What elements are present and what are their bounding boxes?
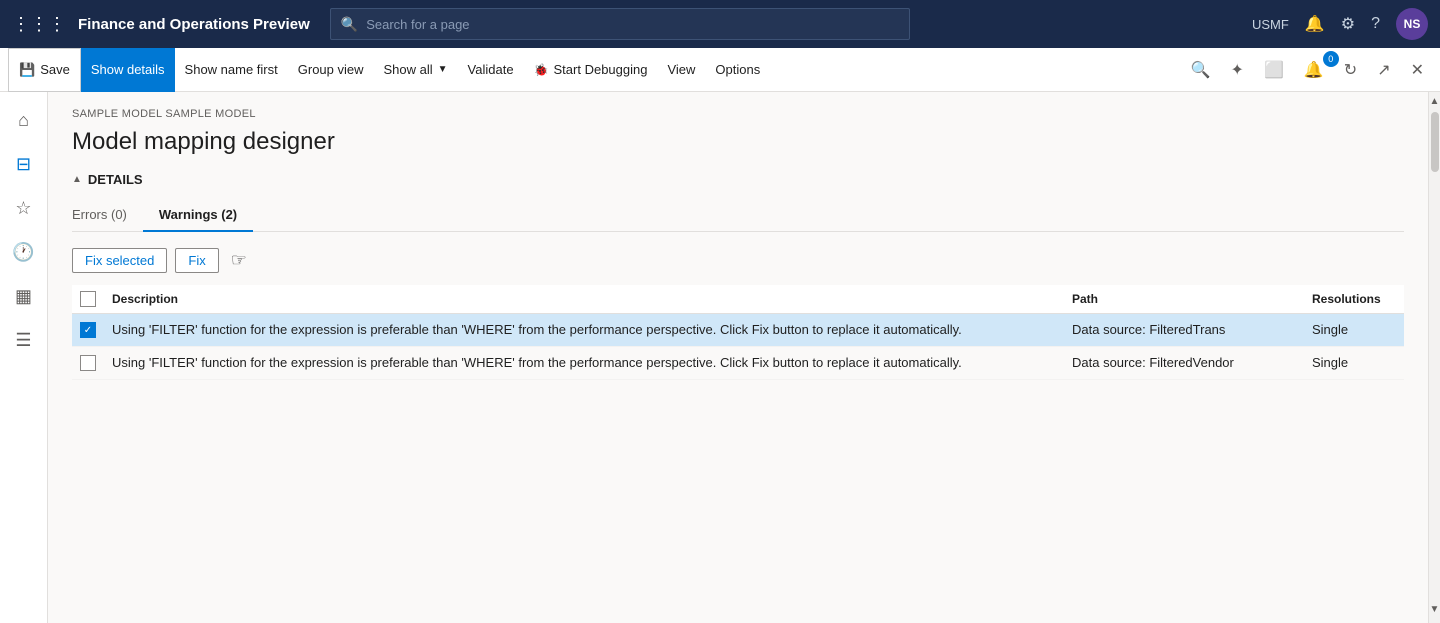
top-nav: ⋮⋮⋮ Finance and Operations Preview 🔍 USM… [0,0,1440,48]
table-row[interactable]: Using 'FILTER' function for the expressi… [72,347,1404,380]
breadcrumb: SAMPLE MODEL SAMPLE MODEL [48,92,1428,124]
collapse-triangle-icon[interactable]: ▲ [72,174,82,185]
warnings-table: Description Path Resolutions ✓ [72,285,1404,380]
search-toolbar-icon[interactable]: 🔍 [1183,56,1219,84]
search-input[interactable] [366,17,899,32]
fix-buttons-container: Fix selected Fix ☞ [72,248,1404,273]
main-layout: ⌂ ⊟ ☆ 🕐 ▦ ☰ SAMPLE MODEL SAMPLE MODEL Mo… [0,92,1440,623]
search-bar[interactable]: 🔍 [330,8,910,40]
sidebar: ⌂ ⊟ ☆ 🕐 ▦ ☰ [0,92,48,623]
avatar[interactable]: NS [1396,8,1428,40]
row-1-path: Data source: FilteredTrans [1064,314,1304,347]
open-new-icon[interactable]: ↗ [1369,56,1398,84]
show-all-dropdown-icon: ▼ [438,64,448,75]
page-content: SAMPLE MODEL SAMPLE MODEL Model mapping … [48,92,1428,623]
scroll-up-arrow[interactable]: ▲ [1426,92,1440,111]
row-1-check-cell: ✓ [72,314,104,347]
fix-button[interactable]: Fix [175,248,218,273]
help-icon[interactable]: ? [1371,15,1380,33]
grid-menu-icon[interactable]: ⋮⋮⋮ [12,14,66,35]
nav-right: USMF 🔔 ⚙ ? NS [1252,8,1428,40]
details-section: ▲ DETAILS Errors (0) Warnings (2) Fix se… [48,172,1428,380]
tab-errors[interactable]: Errors (0) [72,199,143,232]
sidebar-item-modules[interactable]: ☰ [4,320,44,360]
row-1-description: Using 'FILTER' function for the expressi… [104,314,1064,347]
notification-toolbar-icon[interactable]: 🔔 0 [1296,56,1332,84]
table-row[interactable]: ✓ Using 'FILTER' function for the expres… [72,314,1404,347]
sidebar-item-favorites[interactable]: ☆ [4,188,44,228]
table-header-row: Description Path Resolutions [72,285,1404,314]
col-check [72,285,104,314]
sidebar-item-workspaces[interactable]: ▦ [4,276,44,316]
details-header: ▲ DETAILS [72,172,1404,187]
refresh-icon[interactable]: ↻ [1336,56,1365,84]
row-1-resolutions: Single [1304,314,1404,347]
company-label: USMF [1252,17,1289,32]
view-button[interactable]: View [657,48,705,92]
tab-warnings[interactable]: Warnings (2) [143,199,253,232]
tabs-container: Errors (0) Warnings (2) [72,199,1404,232]
row-2-checkbox[interactable] [80,355,96,371]
show-name-first-button[interactable]: Show name first [175,48,288,92]
group-view-button[interactable]: Group view [288,48,374,92]
settings-icon[interactable]: ⚙ [1341,14,1355,34]
options-button[interactable]: Options [705,48,770,92]
sidebar-item-filter[interactable]: ⊟ [4,144,44,184]
show-all-button[interactable]: Show all ▼ [374,48,458,92]
search-icon: 🔍 [341,16,358,33]
debug-icon: 🐞 [534,63,549,77]
col-resolutions: Resolutions [1304,285,1404,314]
col-description: Description [104,285,1064,314]
show-details-button[interactable]: Show details [81,48,175,92]
col-path: Path [1064,285,1304,314]
fix-selected-button[interactable]: Fix selected [72,248,167,273]
validate-button[interactable]: Validate [458,48,524,92]
personalize-icon[interactable]: ✦ [1223,56,1252,84]
row-2-resolutions: Single [1304,347,1404,380]
scroll-down-arrow[interactable]: ▼ [1426,600,1440,619]
scrollbar-thumb[interactable] [1431,112,1439,172]
sidebar-item-recent[interactable]: 🕐 [4,232,44,272]
app-title: Finance and Operations Preview [78,16,310,33]
expand-icon[interactable]: ⬜ [1256,56,1292,84]
select-all-checkbox[interactable] [80,291,96,307]
row-2-description: Using 'FILTER' function for the expressi… [104,347,1064,380]
row-1-checkbox[interactable]: ✓ [80,322,96,338]
notification-icon[interactable]: 🔔 [1305,14,1325,34]
toolbar: 💾 Save Show details Show name first Grou… [0,48,1440,92]
row-2-check-cell [72,347,104,380]
cursor-indicator: ☞ [231,250,247,271]
notification-badge: 0 [1323,51,1339,67]
start-debugging-button[interactable]: 🐞 Start Debugging [524,48,658,92]
save-icon: 💾 [19,62,35,78]
close-icon[interactable]: ✕ [1403,56,1432,84]
page-title: Model mapping designer [48,124,1428,172]
right-scrollbar: ▲ ▼ [1428,92,1440,623]
toolbar-right-icons: 🔍 ✦ ⬜ 🔔 0 ↻ ↗ ✕ [1183,56,1432,84]
save-button[interactable]: 💾 Save [8,48,81,92]
sidebar-item-home[interactable]: ⌂ [4,100,44,140]
row-2-path: Data source: FilteredVendor [1064,347,1304,380]
